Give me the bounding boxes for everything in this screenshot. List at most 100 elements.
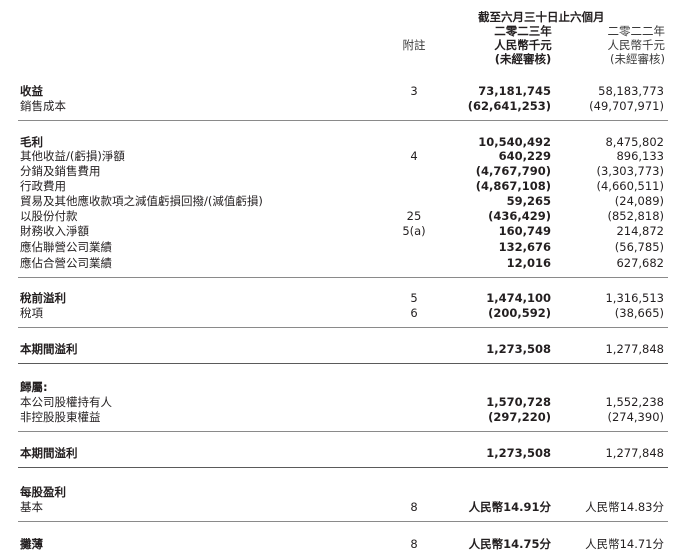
prior-year-header: 二零二二年 bbox=[607, 24, 666, 38]
row-prior: 8,475,802 bbox=[605, 135, 664, 149]
row-current: 59,265 bbox=[506, 194, 551, 208]
row-label: 攤薄 bbox=[20, 537, 43, 551]
row-label: 以股份付款 bbox=[20, 209, 78, 223]
row-prior: 1,277,848 bbox=[605, 342, 664, 356]
row-label: 非控股股東權益 bbox=[20, 410, 101, 424]
row-label: 其他收益/(虧損)淨額 bbox=[20, 149, 125, 163]
divider bbox=[18, 120, 668, 121]
row-prior: (49,707,971) bbox=[589, 99, 664, 113]
row-label: 稅項 bbox=[20, 306, 43, 320]
current-year-header: 二零二三年 bbox=[494, 24, 552, 38]
divider bbox=[18, 363, 668, 364]
row-label: 行政費用 bbox=[20, 179, 66, 193]
row-note: 25 bbox=[406, 209, 422, 223]
row-current: 73,181,745 bbox=[478, 84, 551, 98]
row-label: 每股盈利 bbox=[20, 485, 66, 499]
row-impairment: 貿易及其他應收款項之減值虧損回撥/(減值虧損) 59,265 (24,089) bbox=[0, 194, 686, 209]
row-cost-of-sales: 銷售成本 (62,641,253) (49,707,971) bbox=[0, 99, 686, 114]
row-label: 收益 bbox=[20, 84, 43, 98]
row-prior: 1,552,238 bbox=[605, 395, 664, 409]
row-prior: 58,183,773 bbox=[598, 84, 664, 98]
row-current: 人民幣14.91分 bbox=[468, 500, 551, 514]
row-current: (436,429) bbox=[488, 209, 551, 223]
row-current: 640,229 bbox=[498, 149, 551, 163]
row-share-payment: 以股份付款 25 (436,429) (852,818) bbox=[0, 209, 686, 224]
row-current: 1,273,508 bbox=[486, 342, 551, 356]
row-gross-profit: 毛利 10,540,492 8,475,802 bbox=[0, 135, 686, 150]
row-other-gains: 其他收益/(虧損)淨額 4 640,229 896,133 bbox=[0, 149, 686, 164]
row-eps-diluted: 攤薄 8 人民幣14.75分 人民幣14.71分 bbox=[0, 537, 686, 552]
row-prior: 1,277,848 bbox=[605, 446, 664, 460]
row-prior: (852,818) bbox=[607, 209, 664, 223]
row-current: 132,676 bbox=[498, 240, 551, 254]
row-revenue: 收益 3 73,181,745 58,183,773 bbox=[0, 84, 686, 99]
row-prior: 627,682 bbox=[616, 256, 664, 270]
row-current: (4,767,790) bbox=[475, 164, 551, 178]
row-note: 4 bbox=[410, 149, 418, 163]
row-profit-before-tax: 稅前溢利 5 1,474,100 1,316,513 bbox=[0, 291, 686, 306]
row-prior: (24,089) bbox=[614, 194, 664, 208]
row-prior: 人民幣14.71分 bbox=[585, 537, 664, 551]
row-prior: (3,303,773) bbox=[596, 164, 664, 178]
row-prior: 896,133 bbox=[616, 149, 664, 163]
row-associates: 應佔聯營公司業績 132,676 (56,785) bbox=[0, 240, 686, 255]
row-label: 分銷及銷售費用 bbox=[20, 164, 101, 178]
row-current: 160,749 bbox=[498, 224, 551, 238]
row-note: 8 bbox=[410, 500, 418, 514]
row-current: (62,641,253) bbox=[467, 99, 551, 113]
divider bbox=[18, 521, 668, 522]
row-note: 5 bbox=[410, 291, 418, 305]
row-label: 財務收入淨額 bbox=[20, 224, 89, 238]
row-eps-basic: 基本 8 人民幣14.91分 人民幣14.83分 bbox=[0, 500, 686, 515]
row-admin-expenses: 行政費用 (4,867,108) (4,660,511) bbox=[0, 179, 686, 194]
row-profit-for-period-total: 本期間溢利 1,273,508 1,277,848 bbox=[0, 446, 686, 461]
divider bbox=[18, 327, 668, 328]
row-finance-income: 財務收入淨額 5(a) 160,749 214,872 bbox=[0, 224, 686, 239]
row-label: 歸屬: bbox=[20, 380, 48, 394]
row-note: 6 bbox=[410, 306, 418, 320]
row-label: 銷售成本 bbox=[20, 99, 66, 113]
row-label: 應佔聯營公司業績 bbox=[20, 240, 112, 254]
row-note: 3 bbox=[410, 84, 418, 98]
row-label: 本期間溢利 bbox=[20, 446, 78, 460]
row-current: (4,867,108) bbox=[475, 179, 551, 193]
note-header: 附註 bbox=[402, 38, 426, 52]
row-prior: (56,785) bbox=[614, 240, 664, 254]
row-label: 本公司股權持有人 bbox=[20, 395, 112, 409]
row-equity-holders: 本公司股權持有人 1,570,728 1,552,238 bbox=[0, 395, 686, 410]
row-prior: 人民幣14.83分 bbox=[585, 500, 664, 514]
row-current: (200,592) bbox=[488, 306, 551, 320]
row-current: 1,273,508 bbox=[486, 446, 551, 460]
row-current: 1,570,728 bbox=[486, 395, 551, 409]
row-eps-heading: 每股盈利 bbox=[0, 485, 686, 500]
row-note: 8 bbox=[410, 537, 418, 551]
row-label: 應佔合營公司業績 bbox=[20, 256, 112, 270]
row-label: 貿易及其他應收款項之減值虧損回撥/(減值虧損) bbox=[20, 194, 263, 208]
row-joint-ventures: 應佔合營公司業績 12,016 627,682 bbox=[0, 256, 686, 271]
divider bbox=[18, 431, 668, 432]
row-current: 人民幣14.75分 bbox=[468, 537, 551, 551]
row-prior: 1,316,513 bbox=[605, 291, 664, 305]
row-label: 毛利 bbox=[20, 135, 43, 149]
row-taxation: 稅項 6 (200,592) (38,665) bbox=[0, 306, 686, 321]
row-profit-for-period: 本期間溢利 1,273,508 1,277,848 bbox=[0, 342, 686, 357]
row-current: (297,220) bbox=[488, 410, 551, 424]
row-prior: (274,390) bbox=[607, 410, 664, 424]
divider bbox=[18, 277, 668, 278]
period-header: 截至六月三十日止六個月 bbox=[478, 10, 605, 24]
row-label: 稅前溢利 bbox=[20, 291, 66, 305]
row-prior: (4,660,511) bbox=[596, 179, 664, 193]
row-label: 基本 bbox=[20, 500, 43, 514]
prior-unit-header: 人民幣千元 bbox=[607, 38, 666, 52]
divider bbox=[18, 467, 668, 468]
current-unit-header: 人民幣千元 bbox=[494, 38, 552, 52]
row-distribution-expenses: 分銷及銷售費用 (4,767,790) (3,303,773) bbox=[0, 164, 686, 179]
row-label: 本期間溢利 bbox=[20, 342, 78, 356]
row-current: 10,540,492 bbox=[478, 135, 551, 149]
row-prior: 214,872 bbox=[616, 224, 664, 238]
row-non-controlling: 非控股股東權益 (297,220) (274,390) bbox=[0, 410, 686, 425]
row-current: 1,474,100 bbox=[486, 291, 551, 305]
row-note: 5(a) bbox=[402, 224, 426, 238]
current-audit-header: (未經審核) bbox=[494, 52, 552, 66]
prior-audit-header: (未經審核) bbox=[610, 52, 665, 66]
